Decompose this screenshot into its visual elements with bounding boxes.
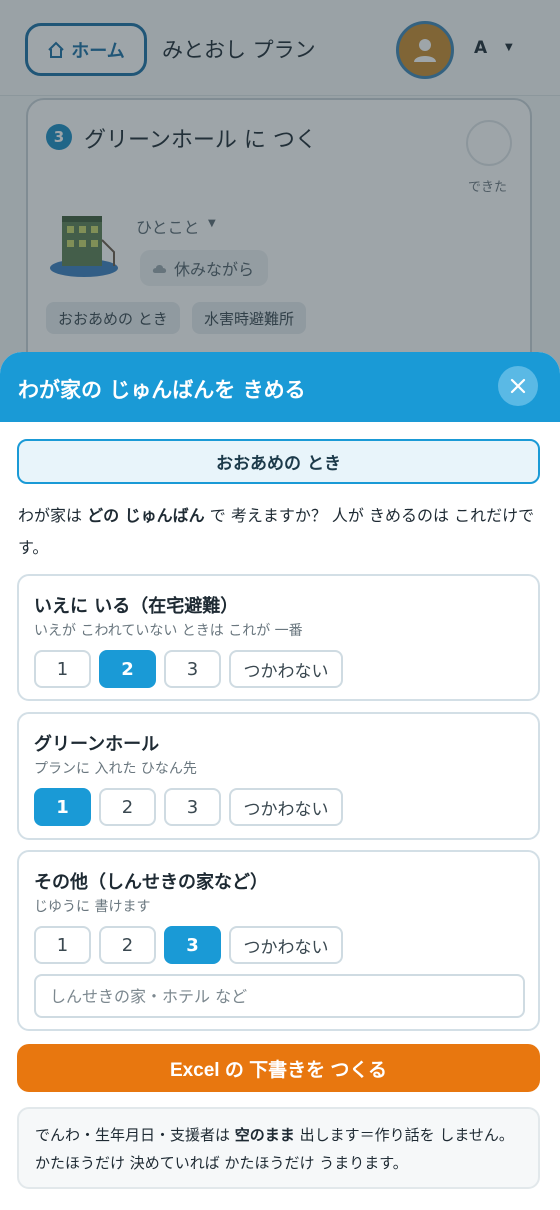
other-place-input[interactable] — [34, 974, 525, 1018]
option-title: グリーンホール — [34, 734, 160, 755]
rank-1-button[interactable]: 1 — [34, 650, 91, 688]
option-title: その他（しんせきの家など） — [34, 872, 268, 893]
scenario-label: おおあめの とき — [17, 439, 540, 484]
rank-3-button[interactable]: 3 — [164, 926, 221, 964]
option-subtitle: プランに 入れた ひなん先 — [34, 761, 197, 777]
option-card-green-hall: グリーンホール プランに 入れた ひなん先 1 2 3 つかわない — [17, 712, 540, 840]
rank-2-button[interactable]: 2 — [99, 926, 156, 964]
option-subtitle: じゆうに 書けます — [34, 899, 151, 915]
rank-1-button[interactable]: 1 — [34, 788, 91, 826]
sheet-title: わが家の じゅんばんを きめる — [18, 378, 306, 402]
rank-3-button[interactable]: 3 — [164, 788, 221, 826]
note-text-bold: 空のまま — [234, 1126, 295, 1144]
create-excel-button[interactable]: Excel の 下書きを つくる — [17, 1044, 540, 1092]
rank-none-button[interactable]: つかわない — [229, 926, 343, 964]
question-text: わが家は どの じゅんばん で 考えますか？ 人が きめるのは これだけです。 — [18, 500, 538, 564]
option-card-home: いえに いる（在宅避難） いえが こわれていない ときは これが 一番 1 2 … — [17, 574, 540, 701]
close-button[interactable] — [498, 366, 538, 406]
sheet-header: わが家の じゅんばんを きめる — [0, 352, 560, 422]
question-text-bold: どの じゅんばん — [87, 506, 205, 525]
rank-none-button[interactable]: つかわない — [229, 650, 343, 688]
rank-2-button[interactable]: 2 — [99, 650, 156, 688]
info-note: でんわ・生年月日・支援者は 空のまま 出します＝作り話を しません。かたほうだけ… — [17, 1107, 540, 1189]
rank-3-button[interactable]: 3 — [164, 650, 221, 688]
close-icon — [510, 378, 526, 394]
option-title: いえに いる（在宅避難） — [34, 596, 239, 617]
rank-none-button[interactable]: つかわない — [229, 788, 343, 826]
question-text-pre: わが家は — [18, 506, 88, 525]
rank-2-button[interactable]: 2 — [99, 788, 156, 826]
option-card-other: その他（しんせきの家など） じゆうに 書けます 1 2 3 つかわない — [17, 850, 540, 1031]
rank-1-button[interactable]: 1 — [34, 926, 91, 964]
option-subtitle: いえが こわれていない ときは これが 一番 — [34, 623, 303, 639]
note-text-pre: でんわ・生年月日・支援者は — [35, 1126, 235, 1144]
order-sheet: わが家の じゅんばんを きめる おおあめの とき わが家は どの じゅんばん で… — [0, 352, 560, 1210]
